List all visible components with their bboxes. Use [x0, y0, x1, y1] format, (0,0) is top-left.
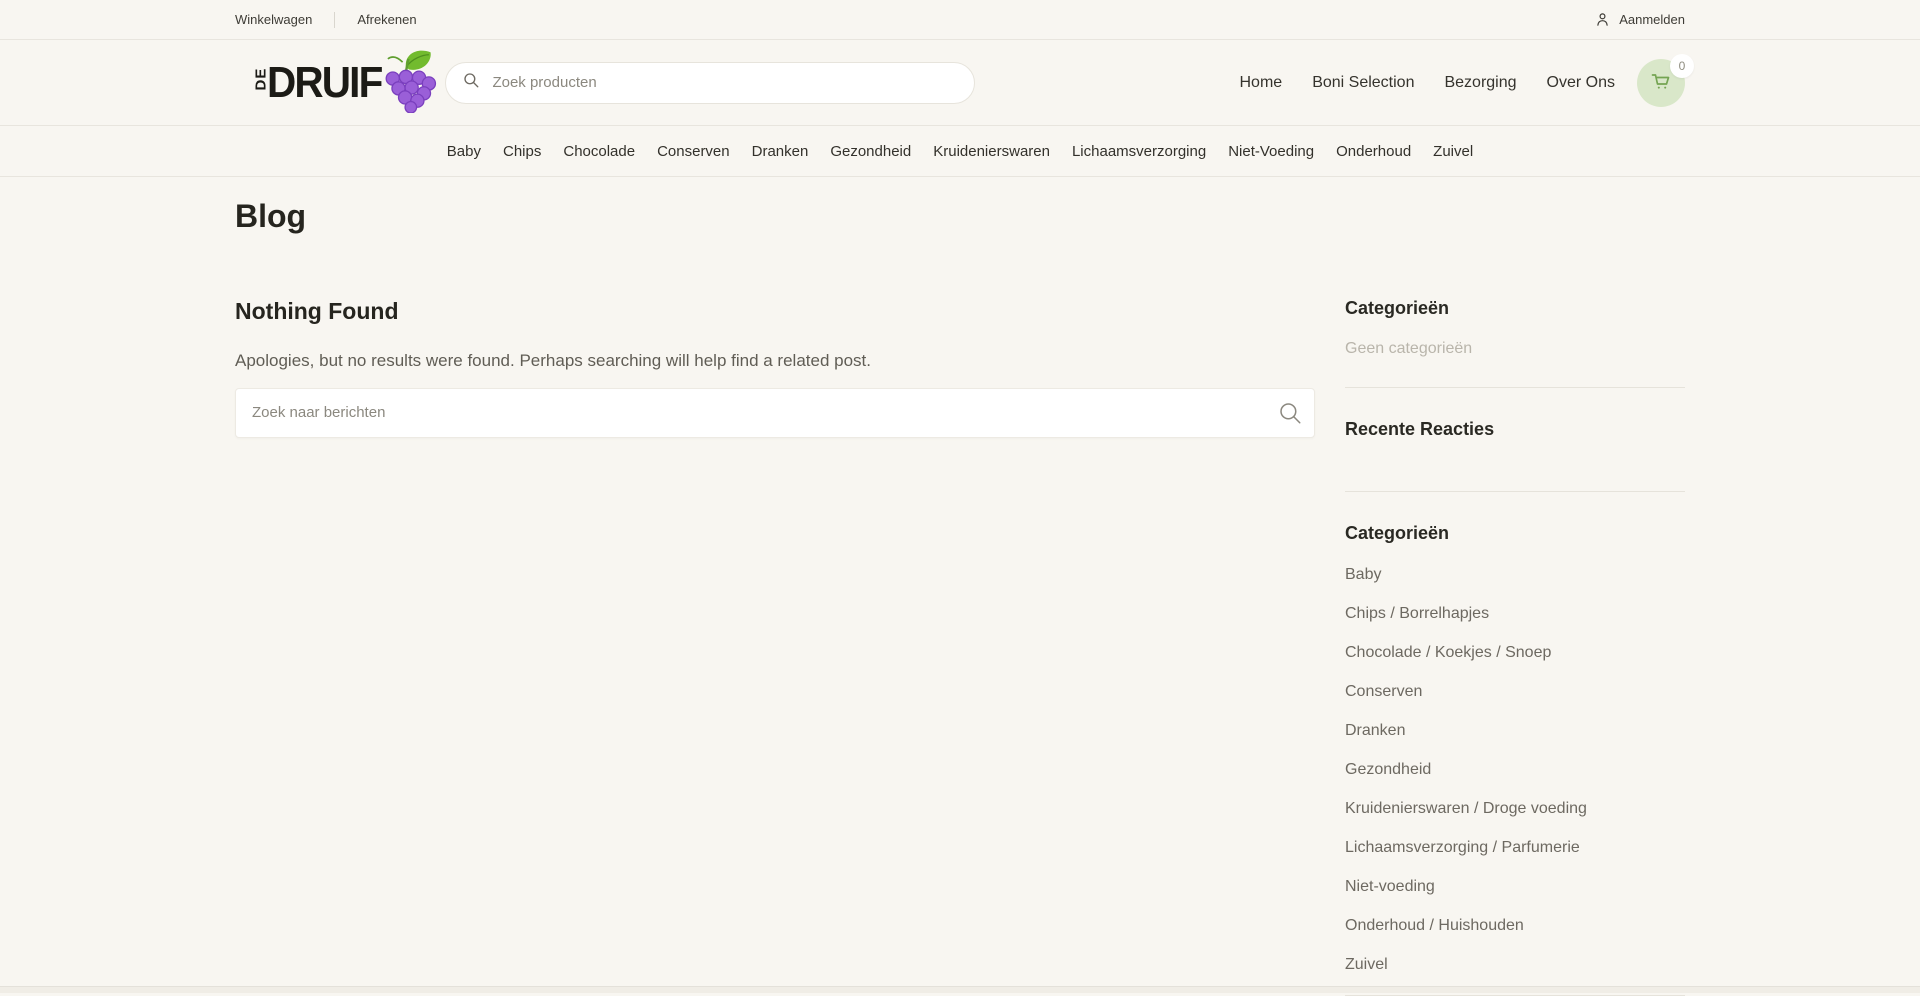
- sidebar-category-link[interactable]: Zuivel: [1345, 957, 1388, 973]
- sidebar-category-item: Conserven: [1345, 683, 1685, 701]
- sidebar-category-link[interactable]: Onderhoud / Huishouden: [1345, 918, 1524, 934]
- sidebar-divider: [1345, 491, 1685, 492]
- category-nav-link[interactable]: Onderhoud: [1336, 143, 1411, 160]
- sidebar-category-item: Chips / Borrelhapjes: [1345, 605, 1685, 623]
- header-nav-link[interactable]: Boni Selection: [1312, 74, 1414, 92]
- signin-link[interactable]: Aanmelden: [1594, 11, 1685, 28]
- product-search: [445, 62, 975, 104]
- cart-button[interactable]: 0: [1637, 59, 1685, 107]
- sidebar-category-item: Kruidenierswaren / Droge voeding: [1345, 800, 1685, 818]
- sidebar-category-item: Chocolade / Koekjes / Snoep: [1345, 644, 1685, 662]
- sidebar-category-item: Zuivel: [1345, 956, 1685, 974]
- footer-strip: [0, 986, 1920, 993]
- category-nav-link[interactable]: Chocolade: [563, 143, 635, 160]
- header-nav: Home Boni Selection Bezorging Over Ons: [1240, 74, 1616, 92]
- header: DE DRUIF: [0, 40, 1920, 126]
- sidebar-category-link[interactable]: Kruidenierswaren / Droge voeding: [1345, 801, 1587, 817]
- category-nav-link[interactable]: Conserven: [657, 143, 730, 160]
- site-logo[interactable]: DE DRUIF: [253, 61, 391, 105]
- category-nav-link[interactable]: Niet-Voeding: [1228, 143, 1314, 160]
- sidebar-category-link[interactable]: Niet-voeding: [1345, 879, 1435, 895]
- sidebar-category-item: Niet-voeding: [1345, 878, 1685, 896]
- logo-main-text: DRUIF: [267, 61, 381, 105]
- topbar: Winkelwagen Afrekenen Aanmelden: [0, 0, 1920, 40]
- sidebar-categories-empty: Geen categorieën: [1345, 340, 1685, 358]
- category-nav-link[interactable]: Baby: [447, 143, 481, 160]
- person-icon: [1594, 11, 1611, 28]
- page-title: Blog: [235, 177, 1685, 234]
- sidebar-category-item: Dranken: [1345, 722, 1685, 740]
- sidebar-category-item: Baby: [1345, 566, 1685, 584]
- product-search-input[interactable]: [490, 73, 958, 92]
- cart-page-link[interactable]: Winkelwagen: [235, 12, 312, 27]
- grapes-logo-icon: [381, 49, 439, 118]
- header-nav-link[interactable]: Over Ons: [1547, 74, 1615, 92]
- header-nav-link[interactable]: Bezorging: [1444, 74, 1516, 92]
- category-nav-link[interactable]: Lichaamsverzorging: [1072, 143, 1206, 160]
- sidebar-category-link[interactable]: Lichaamsverzorging / Parfumerie: [1345, 840, 1580, 856]
- sidebar-category-link[interactable]: Gezondheid: [1345, 762, 1431, 778]
- sidebar-category-link[interactable]: Chips / Borrelhapjes: [1345, 606, 1489, 622]
- post-search-input[interactable]: [235, 388, 1315, 438]
- signin-label: Aanmelden: [1619, 12, 1685, 27]
- sidebar-category-link[interactable]: Conserven: [1345, 684, 1422, 700]
- cart-count-badge: 0: [1670, 54, 1694, 78]
- sidebar: Categorieën Geen categorieën Recente Rea…: [1345, 298, 1685, 996]
- category-nav-link[interactable]: Zuivel: [1433, 143, 1473, 160]
- cart-icon: [1649, 69, 1673, 96]
- sidebar-recent-comments-title: Recente Reacties: [1345, 419, 1685, 440]
- category-nav-link[interactable]: Dranken: [752, 143, 809, 160]
- post-search-form: [235, 388, 1315, 438]
- nothing-found-heading: Nothing Found: [235, 298, 1315, 324]
- sidebar-product-categories-title: Categorieën: [1345, 523, 1685, 544]
- sidebar-divider: [1345, 387, 1685, 388]
- sidebar-category-list: Baby Chips / Borrelhapjes Chocolade / Koek…: [1345, 566, 1685, 974]
- sidebar-category-link[interactable]: Baby: [1345, 567, 1381, 583]
- nothing-found-message: Apologies, but no results were found. Pe…: [235, 348, 1315, 374]
- sidebar-category-link[interactable]: Dranken: [1345, 723, 1405, 739]
- search-icon: [462, 71, 480, 94]
- category-nav-link[interactable]: Kruidenierswaren: [933, 143, 1050, 160]
- category-nav: Baby Chips Chocolade Conserven Dranken Gezond…: [0, 126, 1920, 177]
- category-nav-link[interactable]: Chips: [503, 143, 541, 160]
- checkout-page-link[interactable]: Afrekenen: [357, 12, 416, 27]
- sidebar-category-item: Lichaamsverzorging / Parfumerie: [1345, 839, 1685, 857]
- sidebar-category-item: Onderhoud / Huishouden: [1345, 917, 1685, 935]
- topbar-divider: [334, 12, 335, 28]
- sidebar-categories-title: Categorieën: [1345, 298, 1685, 319]
- sidebar-category-link[interactable]: Chocolade / Koekjes / Snoep: [1345, 645, 1551, 661]
- blog-main: Nothing Found Apologies, but no results …: [235, 298, 1315, 996]
- category-nav-link[interactable]: Gezondheid: [830, 143, 911, 160]
- page-content: Blog Nothing Found Apologies, but no res…: [235, 177, 1685, 996]
- sidebar-category-item: Gezondheid: [1345, 761, 1685, 779]
- post-search-submit-button[interactable]: [1277, 400, 1303, 426]
- header-nav-link[interactable]: Home: [1240, 74, 1283, 92]
